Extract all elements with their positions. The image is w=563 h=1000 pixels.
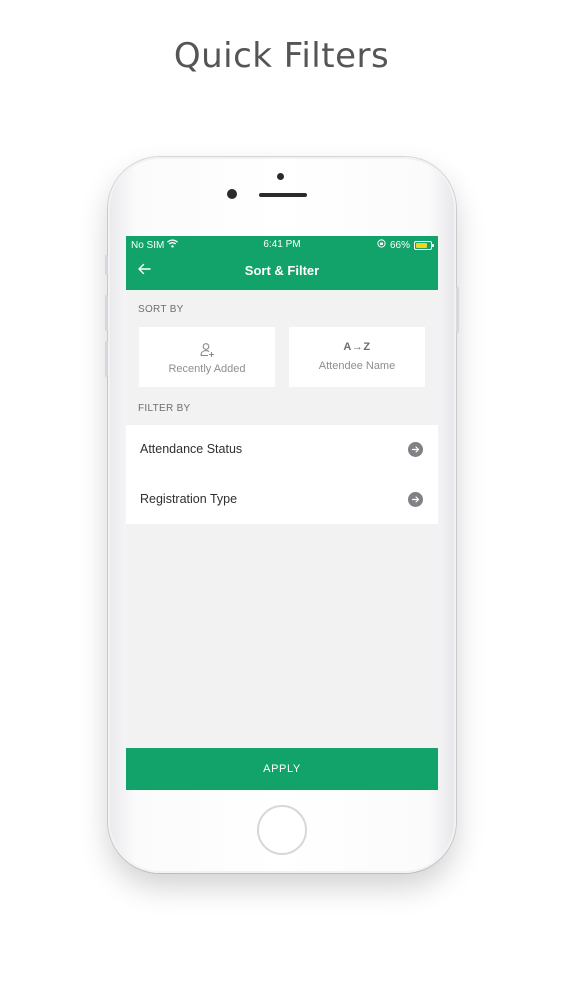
status-right: 66%: [377, 239, 434, 251]
a-to-z-icon: A→Z: [289, 341, 425, 353]
sort-option-recently-added[interactable]: Recently Added: [139, 327, 275, 387]
filter-item-attendance-status[interactable]: Attendance Status: [126, 425, 438, 474]
add-person-icon: [139, 342, 275, 358]
phone-frame: No SIM 6:41 PM 66% Sort & Filter SORT BY…: [105, 157, 459, 873]
a-to-z-glyph: A→Z: [343, 341, 371, 353]
filter-item-label: Registration Type: [140, 492, 238, 506]
front-camera: [227, 189, 237, 199]
status-bar: No SIM 6:41 PM 66%: [126, 236, 438, 253]
volume-down-button: [105, 341, 108, 377]
apply-button[interactable]: APPLY: [126, 748, 438, 790]
home-button[interactable]: [257, 805, 307, 855]
orientation-lock-icon: [377, 239, 386, 251]
sort-option-attendee-name[interactable]: A→Z Attendee Name: [289, 327, 425, 387]
filter-item-registration-type[interactable]: Registration Type: [126, 475, 438, 524]
canvas: Quick Filters No SIM 6:41 PM 66% Sort & …: [0, 0, 563, 1000]
page-headline: Quick Filters: [173, 36, 390, 76]
sort-by-label: SORT BY: [138, 304, 184, 315]
volume-up-button: [105, 295, 108, 331]
filter-list: Attendance Status Registration Type: [126, 425, 438, 524]
battery-icon: [414, 240, 434, 250]
mute-switch: [105, 255, 108, 275]
navigation-bar: Sort & Filter: [126, 253, 438, 290]
power-button: [456, 287, 459, 333]
battery-percent: 66%: [389, 239, 410, 251]
chevron-right-circle-icon: [408, 492, 423, 507]
proximity-sensor: [277, 173, 284, 180]
app-screen: No SIM 6:41 PM 66% Sort & Filter SORT BY…: [126, 236, 438, 790]
sort-option-label: Attendee Name: [318, 360, 396, 372]
sort-option-label: Recently Added: [168, 363, 246, 375]
screen-title: Sort & Filter: [244, 263, 320, 278]
filter-item-label: Attendance Status: [140, 442, 243, 456]
battery-level-fill: [416, 242, 427, 248]
chevron-right-circle-icon: [408, 442, 423, 457]
filter-by-label: FILTER BY: [138, 403, 191, 414]
earpiece-speaker: [259, 193, 307, 197]
